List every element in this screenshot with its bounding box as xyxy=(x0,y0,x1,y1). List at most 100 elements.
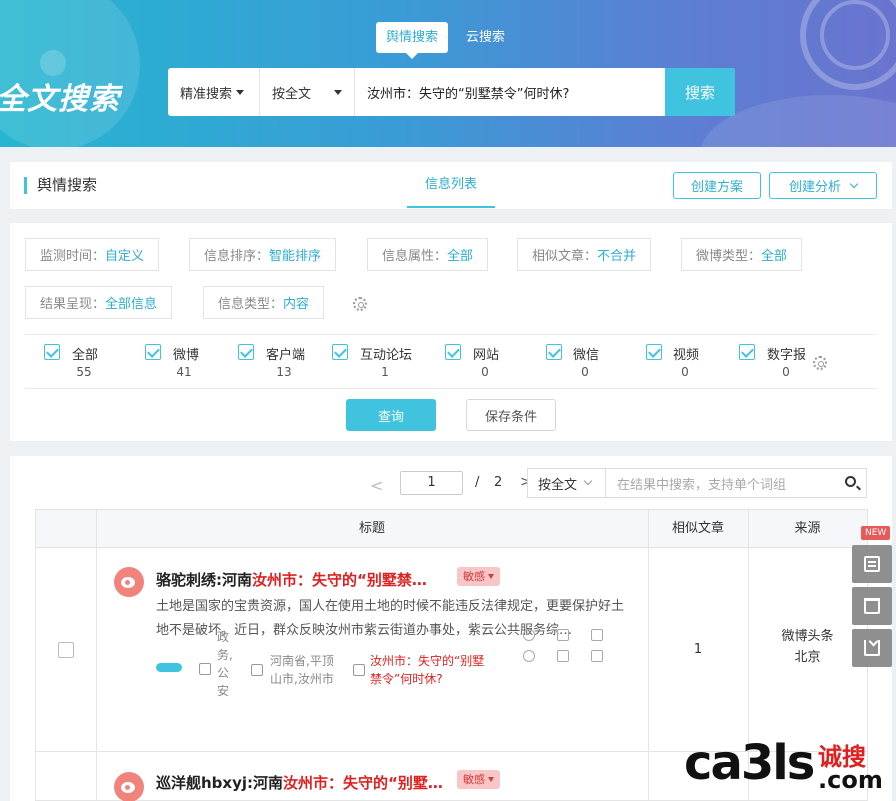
search-type-tabs: 舆情搜索 云搜索 xyxy=(376,22,515,59)
tab-sentiment-search[interactable]: 舆情搜索 xyxy=(376,22,449,59)
pager-total: 2 xyxy=(494,475,503,490)
tab-cloud-search[interactable]: 云搜索 xyxy=(456,22,515,53)
source-label: 全部 xyxy=(72,348,99,363)
result-title-link[interactable]: 巡洋舰hbxyj:河南汝州市：失守的“别墅… xyxy=(156,772,443,793)
source-checkbox-website[interactable] xyxy=(445,344,461,360)
search-button[interactable]: 搜索 xyxy=(665,68,735,116)
sensitive-badge[interactable]: 敏感 xyxy=(457,567,500,586)
sensitive-badge[interactable]: 敏感 xyxy=(457,770,500,789)
title-text: 巡洋舰hbxyj:河南 xyxy=(156,774,284,792)
badge-label: 敏感 xyxy=(463,773,485,786)
side-trash-button[interactable] xyxy=(852,587,892,625)
source-checkbox-all[interactable] xyxy=(44,344,60,360)
title-text: 骆驼刺绣:河南 xyxy=(156,571,252,589)
result-search-input[interactable]: 在结果中搜索，支持单个词组 xyxy=(605,468,867,498)
favorite-heart-icon[interactable] xyxy=(523,629,535,641)
filter-panel: 监测时间： 自定义 信息排序： 智能排序 信息属性： 全部 相似文章： 不合并 微博类型… xyxy=(10,223,892,441)
caret-down-icon xyxy=(488,777,494,782)
save-conditions-button[interactable]: 保存条件 xyxy=(466,399,556,431)
title-highlight: 汝州市：失守的“别墅禁… xyxy=(252,571,427,589)
filter-value: 全部 xyxy=(761,249,788,264)
weibo-icon xyxy=(114,567,144,597)
search-scope-dropdown[interactable]: 按全文 xyxy=(260,68,355,116)
source-count: 1 xyxy=(381,365,389,379)
row-checkbox[interactable] xyxy=(58,642,74,658)
keyword-icon xyxy=(353,664,365,676)
source-location: 北京 xyxy=(794,650,821,665)
tag-icon[interactable] xyxy=(557,629,569,641)
source-checkbox-weibo[interactable] xyxy=(145,344,161,360)
source-label: 微信 xyxy=(573,348,600,363)
source-label: 互动论坛 xyxy=(360,348,413,363)
result-title-link[interactable]: 骆驼刺绣:河南汝州市：失守的“别墅禁… xyxy=(156,569,427,590)
create-analysis-button[interactable]: 创建分析 xyxy=(769,172,877,199)
new-tag: NEW xyxy=(861,526,891,540)
source-label: 微博 xyxy=(173,348,200,363)
watermark-com: .com xyxy=(818,766,883,794)
source-checkbox-epaper[interactable] xyxy=(739,344,755,360)
filter-result-display[interactable]: 结果呈现： 全部信息 xyxy=(25,286,173,319)
download-icon[interactable] xyxy=(591,629,603,641)
source-count: 13 xyxy=(276,365,292,379)
source-label: 网站 xyxy=(473,348,500,363)
result-scope-label: 按全文 xyxy=(538,477,578,493)
filter-label: 信息类型： xyxy=(218,297,284,312)
filter-label: 监测时间： xyxy=(40,249,106,264)
source-settings-gear-icon[interactable] xyxy=(813,356,827,370)
filter-weibo-type[interactable]: 微博类型： 全部 xyxy=(681,238,803,271)
source-checkbox-client[interactable] xyxy=(238,344,254,360)
side-download-button[interactable] xyxy=(852,629,892,667)
caret-down-icon xyxy=(488,574,494,579)
result-region: 河南省,平顶山市,汝州市 xyxy=(270,654,334,686)
filter-sort[interactable]: 信息排序： 智能排序 xyxy=(189,238,337,271)
chevron-down-icon xyxy=(849,179,859,188)
watermark-logo: ca3ls xyxy=(684,735,815,791)
caret-down-icon xyxy=(334,89,342,95)
source-label: 视频 xyxy=(673,348,700,363)
source-label: 客户端 xyxy=(266,348,306,363)
source-count: 55 xyxy=(76,365,92,379)
tab-info-list[interactable]: 信息列表 xyxy=(407,162,495,208)
column-title: 标题 xyxy=(358,521,385,536)
divider xyxy=(25,388,877,389)
divider xyxy=(25,334,877,335)
page-number-input[interactable]: 1 xyxy=(400,471,463,495)
search-input[interactable]: 汝州市：失守的“别墅禁令”何时休? xyxy=(355,83,665,102)
filter-label: 信息排序： xyxy=(204,249,270,264)
query-button[interactable]: 查询 xyxy=(346,399,436,431)
filter-value: 全部信息 xyxy=(105,297,158,312)
filter-label: 微博类型： xyxy=(696,249,762,264)
tag-pill-icon xyxy=(156,663,182,672)
filter-label: 相似文章： xyxy=(532,249,598,264)
source-name: 微博头条 xyxy=(781,629,834,644)
filter-similar[interactable]: 相似文章： 不合并 xyxy=(517,238,652,271)
filter-attribute[interactable]: 信息属性： 全部 xyxy=(367,238,489,271)
title-highlight: 汝州市：失守的“别墅… xyxy=(283,774,443,792)
search-mode-label: 精准搜索 xyxy=(180,86,233,102)
location-doc-icon xyxy=(251,664,263,676)
filter-info-type[interactable]: 信息类型： 内容 xyxy=(203,286,325,319)
result-scope-dropdown[interactable]: 按全文 xyxy=(527,468,606,498)
search-mode-dropdown[interactable]: 精准搜索 xyxy=(168,68,260,116)
search-scope-label: 按全文 xyxy=(272,86,312,102)
download-icon xyxy=(864,640,880,656)
filter-value: 不合并 xyxy=(597,249,637,264)
column-divider xyxy=(96,510,97,801)
source-checkbox-forum[interactable] xyxy=(332,344,348,360)
source-checkbox-video[interactable] xyxy=(646,344,662,360)
edit-icon[interactable] xyxy=(557,650,569,662)
source-checkbox-wechat[interactable] xyxy=(546,344,562,360)
copy-icon[interactable] xyxy=(591,650,603,662)
page-header: 舆情搜索 信息列表 创建方案 创建分析 xyxy=(10,162,892,209)
link-icon[interactable] xyxy=(523,650,535,662)
filter-settings-gear-icon[interactable] xyxy=(353,297,367,311)
similar-count[interactable]: 1 xyxy=(648,642,748,657)
search-icon[interactable] xyxy=(845,476,856,487)
hero-banner: 全文搜索 舆情搜索 云搜索 精准搜索 按全文 汝州市：失守的“别墅禁令”何时休?… xyxy=(0,0,896,147)
decor-dot xyxy=(40,50,66,76)
pager-prev-button[interactable]: < xyxy=(370,476,383,495)
side-document-button[interactable] xyxy=(852,545,892,583)
weibo-icon xyxy=(114,772,144,801)
filter-monitor-time[interactable]: 监测时间： 自定义 xyxy=(25,238,160,271)
create-plan-button[interactable]: 创建方案 xyxy=(673,172,761,199)
